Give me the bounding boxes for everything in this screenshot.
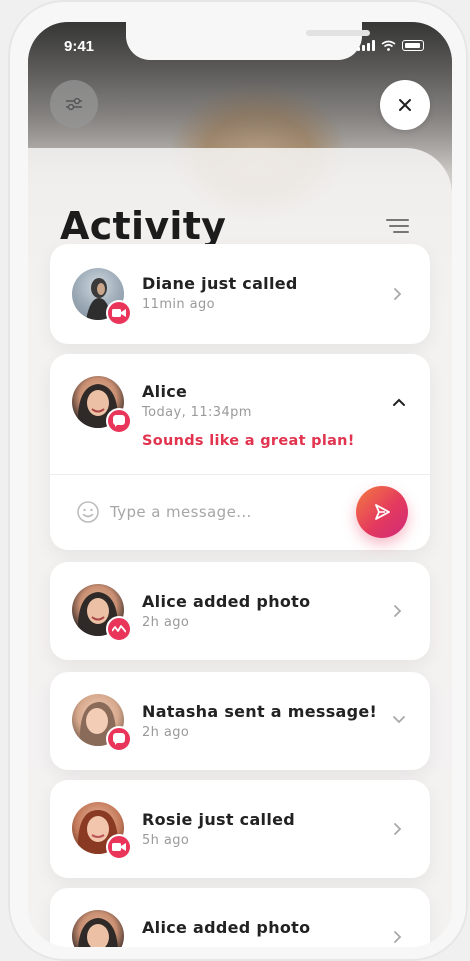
- activity-time: 2h ago: [142, 615, 190, 630]
- activity-title: Natasha sent a message!: [142, 702, 378, 721]
- call-badge: [106, 834, 132, 860]
- status-time: 9:41: [64, 38, 95, 55]
- activity-title: Diane just called: [142, 274, 298, 293]
- chevron-down-icon[interactable]: [392, 712, 406, 726]
- send-icon: [375, 504, 390, 520]
- chat-bubble-icon: [113, 415, 125, 427]
- photo-badge: [106, 616, 132, 642]
- activity-title: Alice added photo: [142, 592, 311, 611]
- chevron-right-icon[interactable]: [390, 930, 404, 944]
- chevron-right-icon[interactable]: [390, 822, 404, 836]
- chevron-right-icon[interactable]: [390, 287, 404, 301]
- wifi-icon: [381, 40, 396, 51]
- page-title: Activity: [60, 204, 227, 248]
- close-icon: [399, 99, 411, 111]
- activity-sheet: Activity Diane just called 11min ago Ali…: [28, 148, 452, 947]
- activity-time: 5h ago: [142, 833, 190, 848]
- avatar: [72, 910, 124, 947]
- activity-title: Alice added photo: [142, 918, 311, 937]
- activity-item[interactable]: Rosie just called 5h ago: [50, 780, 430, 878]
- message-preview: Sounds like a great plan!: [142, 433, 355, 449]
- message-badge: [106, 726, 132, 752]
- person-face: [78, 918, 118, 947]
- phone-frame: 9:41 Activity Diane just called 11min ag…: [0, 0, 470, 961]
- activity-title: Rosie just called: [142, 810, 296, 829]
- sort-lines-icon[interactable]: [384, 216, 410, 236]
- activity-item[interactable]: Natasha sent a message! 2h ago: [50, 672, 430, 770]
- video-camera-icon: [112, 843, 126, 851]
- sliders-icon: [66, 97, 82, 111]
- video-camera-icon: [112, 309, 126, 317]
- activity-time: 11min ago: [142, 297, 215, 312]
- activity-time: Today, 11:34pm: [142, 405, 252, 420]
- activity-title: Alice: [142, 382, 188, 401]
- chevron-up-icon[interactable]: [392, 395, 406, 409]
- activity-item-expanded[interactable]: Alice Today, 11:34pm Sounds like a great…: [50, 354, 430, 550]
- message-input[interactable]: [110, 500, 340, 524]
- activity-item[interactable]: Diane just called 11min ago: [50, 244, 430, 344]
- call-badge: [106, 300, 132, 326]
- device-notch: [126, 22, 370, 60]
- activity-item[interactable]: Alice added photo: [50, 888, 430, 947]
- battery-icon: [402, 40, 424, 51]
- send-button[interactable]: [356, 486, 408, 538]
- message-badge: [106, 408, 132, 434]
- filter-button[interactable]: [50, 80, 98, 128]
- smiley-icon[interactable]: [76, 500, 100, 524]
- chat-bubble-icon: [113, 733, 125, 745]
- activity-item[interactable]: Alice added photo 2h ago: [50, 562, 430, 660]
- close-button[interactable]: [380, 80, 430, 130]
- activity-time: 2h ago: [142, 725, 190, 740]
- app-screen: 9:41 Activity Diane just called 11min ag…: [28, 22, 452, 947]
- status-icons: [357, 40, 424, 51]
- speaker-grille: [306, 30, 370, 36]
- cellular-signal-icon: [357, 40, 375, 51]
- chevron-right-icon[interactable]: [390, 604, 404, 618]
- reply-row: [50, 474, 430, 550]
- activity-wave-icon: [112, 625, 126, 633]
